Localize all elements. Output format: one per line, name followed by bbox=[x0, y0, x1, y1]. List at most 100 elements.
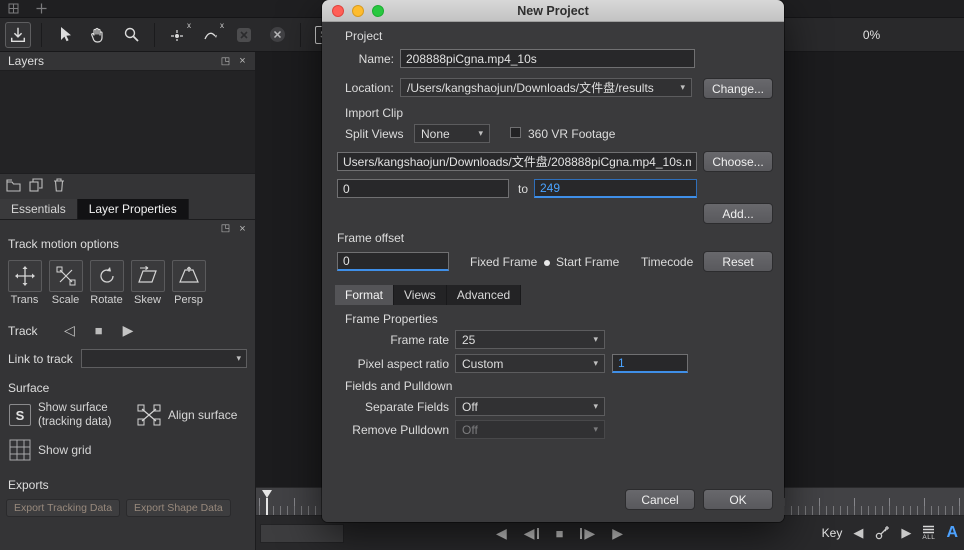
skip-forward-button[interactable]: ▶ bbox=[612, 523, 623, 543]
radio-selected-dot bbox=[544, 260, 550, 266]
close-panel-icon[interactable] bbox=[236, 55, 249, 68]
tool-translation[interactable]: Trans bbox=[5, 260, 44, 306]
all-label: ALL bbox=[922, 533, 936, 541]
key-label: Key bbox=[821, 526, 843, 540]
new-project-dialog: New Project Project Name: Location: /Use… bbox=[322, 0, 784, 522]
track-point-icon[interactable]: x bbox=[165, 21, 191, 48]
stop-button[interactable]: ■ bbox=[556, 523, 564, 543]
tool-perspective[interactable]: Persp bbox=[169, 260, 208, 306]
tab-essentials[interactable]: Essentials bbox=[0, 199, 78, 219]
frame-rate-select[interactable]: 25 bbox=[455, 330, 605, 349]
par-custom-input[interactable] bbox=[612, 354, 688, 373]
remove-pulldown-select: Off bbox=[455, 420, 605, 439]
add-clip-button[interactable]: Add... bbox=[703, 203, 773, 224]
show-surface-label[interactable]: Show surface (tracking data) bbox=[38, 401, 130, 430]
tool-skew[interactable]: Skew bbox=[128, 260, 167, 306]
align-surface-icon[interactable] bbox=[137, 404, 161, 426]
move-tool-mini-icon[interactable] bbox=[35, 3, 47, 15]
track-forwards-button[interactable]: ▶ bbox=[123, 322, 134, 339]
frame-properties-label: Frame Properties bbox=[345, 312, 438, 326]
ok-button[interactable]: OK bbox=[703, 489, 773, 510]
tab-layer-properties[interactable]: Layer Properties bbox=[77, 199, 189, 219]
chevron-down-icon bbox=[593, 401, 598, 412]
track-options-title: Track motion options bbox=[8, 237, 119, 251]
pixel-aspect-ratio-select[interactable]: Custom bbox=[455, 354, 605, 373]
location-select[interactable]: /Users/kangshaojun/Downloads/文件盘/results bbox=[400, 78, 692, 97]
show-grid-icon[interactable] bbox=[9, 439, 31, 461]
start-frame-radio[interactable]: Start Frame bbox=[544, 255, 619, 269]
link-to-track-row: Link to track bbox=[0, 339, 255, 368]
playhead-flag bbox=[262, 490, 272, 498]
next-keyframe-button[interactable]: ▶ bbox=[901, 525, 911, 541]
delete-layer-icon[interactable] bbox=[51, 177, 67, 193]
chevron-down-icon bbox=[236, 353, 241, 364]
tab-views[interactable]: Views bbox=[394, 285, 447, 305]
zoom-tool-icon[interactable] bbox=[118, 22, 144, 48]
progress-value: 0% bbox=[862, 27, 881, 42]
dialog-title: New Project bbox=[517, 3, 589, 18]
layer-tools-row bbox=[0, 174, 255, 196]
playhead-marker[interactable] bbox=[262, 490, 272, 515]
step-bar bbox=[536, 527, 539, 539]
timecode-radio[interactable]: Timecode bbox=[641, 255, 693, 269]
name-label: Name: bbox=[358, 52, 394, 66]
all-layers-toggle[interactable]: ALL bbox=[922, 525, 935, 542]
float-panel-icon[interactable] bbox=[219, 222, 232, 235]
range-start-input[interactable] bbox=[337, 179, 509, 198]
change-location-button[interactable]: Change... bbox=[703, 78, 773, 99]
split-views-select[interactable]: None bbox=[414, 124, 490, 143]
tab-advanced[interactable]: Advanced bbox=[446, 285, 522, 305]
show-surface-icon[interactable]: S bbox=[9, 404, 31, 427]
frame-offset-input[interactable] bbox=[337, 252, 449, 271]
close-panel-icon[interactable] bbox=[236, 222, 249, 235]
tool-rotate[interactable]: Rotate bbox=[87, 260, 126, 306]
autosave-indicator-icon[interactable]: A bbox=[946, 524, 958, 542]
track-stop-button[interactable]: ■ bbox=[95, 323, 103, 338]
keyframe-controls: Key ◀ ▶ ALL A bbox=[822, 521, 958, 545]
fixed-frame-radio[interactable]: Fixed Frame bbox=[470, 255, 537, 269]
reset-button[interactable]: Reset bbox=[703, 251, 773, 272]
export-tracking-data-button[interactable]: Export Tracking Data bbox=[6, 498, 121, 517]
split-views-value: None bbox=[421, 126, 450, 141]
workspace-grid-icon[interactable] bbox=[7, 3, 19, 15]
close-window-button[interactable] bbox=[332, 5, 344, 17]
export-module-icon[interactable] bbox=[5, 21, 31, 48]
add-keyframe-icon[interactable] bbox=[874, 525, 890, 541]
zoom-window-button[interactable] bbox=[372, 5, 384, 17]
previous-keyframe-button[interactable]: ◀ bbox=[853, 525, 863, 541]
clip-path-input[interactable] bbox=[337, 152, 697, 171]
render-progress: 0% bbox=[783, 18, 959, 51]
pointer-tool-icon[interactable] bbox=[52, 22, 78, 48]
choose-clip-button[interactable]: Choose... bbox=[703, 151, 773, 172]
float-panel-icon[interactable] bbox=[219, 55, 232, 68]
track-motion-icon[interactable]: x bbox=[198, 20, 224, 48]
superscript-x: x bbox=[220, 20, 224, 30]
vr-footage-checkbox[interactable] bbox=[510, 127, 521, 138]
tool-scale[interactable]: Scale bbox=[46, 260, 85, 306]
export-shape-data-button[interactable]: Export Shape Data bbox=[126, 498, 231, 517]
track-backwards-button[interactable]: ◁ bbox=[64, 322, 75, 339]
project-name-input[interactable] bbox=[400, 49, 695, 68]
separate-fields-select[interactable]: Off bbox=[455, 397, 605, 416]
location-label: Location: bbox=[345, 81, 394, 95]
step-backward-button[interactable]: ◀ bbox=[524, 523, 539, 543]
dialog-titlebar[interactable]: New Project bbox=[322, 0, 784, 22]
minimize-window-button[interactable] bbox=[352, 5, 364, 17]
chevron-down-icon bbox=[593, 424, 598, 435]
new-layer-icon[interactable] bbox=[5, 177, 21, 193]
layers-list[interactable] bbox=[0, 70, 255, 174]
frame-display bbox=[260, 524, 344, 543]
pan-hand-icon[interactable] bbox=[85, 22, 111, 48]
range-end-input[interactable] bbox=[534, 179, 697, 198]
link-to-track-select[interactable] bbox=[80, 349, 247, 368]
tab-format[interactable]: Format bbox=[335, 285, 395, 305]
split-views-label: Split Views bbox=[345, 127, 404, 141]
show-grid-label[interactable]: Show grid bbox=[38, 443, 91, 457]
align-surface-label[interactable]: Align surface bbox=[168, 408, 237, 422]
cancel-button[interactable]: Cancel bbox=[625, 489, 695, 510]
vr-footage-label[interactable]: 360 VR Footage bbox=[528, 127, 615, 141]
skip-backward-button[interactable]: ◀ bbox=[496, 523, 507, 543]
track-stop-icon[interactable] bbox=[264, 22, 290, 48]
step-forward-button[interactable]: ▶ bbox=[580, 523, 595, 543]
duplicate-layer-icon[interactable] bbox=[28, 177, 44, 193]
